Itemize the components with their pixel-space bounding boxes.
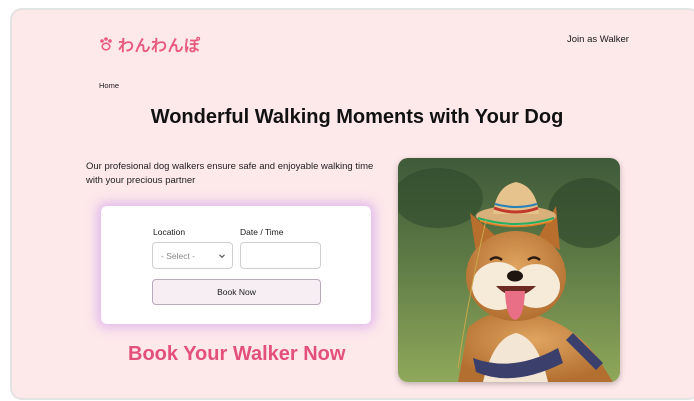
location-select-value: - Select - (161, 250, 196, 261)
booking-card: Location Date / Time - Select - Book Now (101, 206, 371, 324)
breadcrumb[interactable]: Home (99, 81, 119, 90)
chevron-down-icon (219, 254, 225, 259)
location-select[interactable]: - Select - (152, 242, 233, 269)
paw-icon (100, 37, 112, 51)
hero-description: Our profesional dog walkers ensure safe … (86, 161, 374, 186)
page-frame: わんわんぽ Join as Walker Home Wonderful Walk… (10, 8, 694, 400)
book-now-button[interactable]: Book Now (152, 279, 321, 305)
shiba-dog-photo (398, 158, 620, 382)
join-as-walker-link[interactable]: Join as Walker (567, 34, 629, 45)
book-your-walker-heading: Book Your Walker Now (128, 343, 346, 365)
datetime-input[interactable] (240, 242, 321, 269)
page-title: Wonderful Walking Moments with Your Dog (150, 106, 564, 128)
logo-text: わんわんぽ (118, 38, 201, 55)
datetime-label: Date / Time (240, 227, 284, 237)
location-label: Location (153, 227, 186, 237)
brand-logo[interactable]: わんわんぽ (98, 32, 201, 56)
